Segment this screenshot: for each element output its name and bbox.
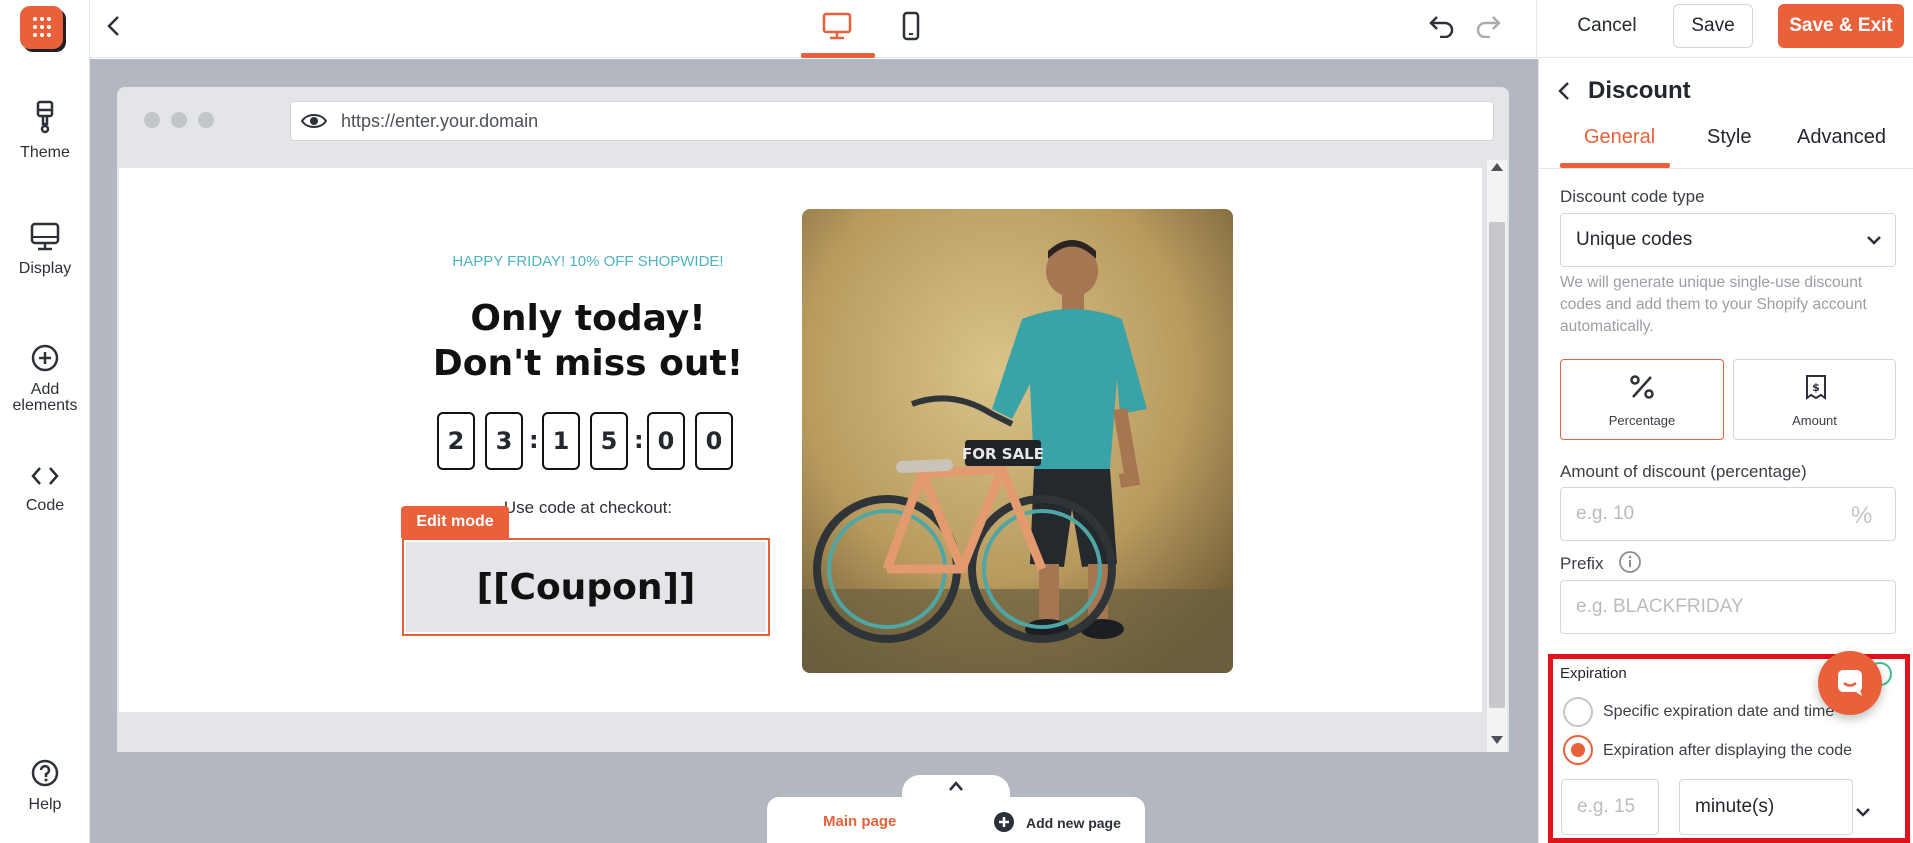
countdown-digit: 3	[485, 412, 523, 470]
unit-chevron-down-icon[interactable]	[1855, 806, 1871, 818]
duration-input[interactable]: e.g. 15	[1561, 779, 1659, 835]
countdown-digit: 5	[590, 412, 628, 470]
window-dot	[171, 112, 187, 128]
amount-discount-input[interactable]: e.g. 10 %	[1560, 487, 1896, 541]
url-text: https://enter.your.domain	[341, 110, 539, 131]
save-button[interactable]: Save	[1673, 4, 1753, 48]
duration-unit-select[interactable]: minute(s)	[1679, 779, 1853, 835]
countdown-digit: 1	[542, 412, 580, 470]
chevron-up-icon[interactable]	[948, 780, 964, 792]
countdown-digit: 2	[437, 412, 475, 470]
rail-label-theme: Theme	[20, 144, 70, 161]
for-sale-sign: FOR SALE	[962, 445, 1044, 463]
popup-image: FOR SALE	[802, 209, 1233, 673]
cancel-button[interactable]: Cancel	[1560, 4, 1654, 48]
edit-mode-badge: Edit mode	[401, 506, 509, 538]
back-arrow-icon[interactable]	[104, 14, 124, 38]
undo-icon[interactable]	[1428, 12, 1456, 38]
chevron-down-icon	[1867, 236, 1881, 245]
code-type-help: We will generate unique single-use disco…	[1560, 274, 1867, 335]
rail-label-code: Code	[25, 497, 65, 514]
rail-label-add-elements: Add elements	[12, 381, 78, 414]
expiration-option-specific-radio[interactable]	[1563, 697, 1593, 727]
popup-headline-1: Only today!	[470, 298, 706, 339]
code-type-value: Unique codes	[1576, 229, 1693, 250]
countdown-separator: :	[529, 426, 539, 454]
save-exit-button[interactable]: Save & Exit	[1778, 4, 1904, 48]
amount-discount-label: Amount of discount (percentage)	[1560, 462, 1807, 481]
rail-label-help: Help	[28, 796, 62, 813]
chat-launcher[interactable]	[1818, 651, 1882, 715]
amount-discount-placeholder: e.g. 10	[1576, 503, 1635, 524]
rail-item-theme[interactable]: Theme	[0, 100, 90, 161]
mobile-view-icon[interactable]	[901, 11, 921, 41]
countdown-digit: 0	[695, 412, 733, 470]
popup-headline-2: Don't miss out!	[432, 343, 744, 384]
amount-option[interactable]: $ Amount	[1733, 359, 1896, 440]
prefix-input[interactable]: e.g. BLACKFRIDAY	[1560, 580, 1896, 634]
left-rail: Theme Display Add elements Code Help	[0, 0, 90, 843]
coupon-box[interactable]: [[Coupon]]	[406, 542, 766, 632]
percent-suffix: %	[1851, 502, 1873, 529]
popup-eyebrow: HAPPY FRIDAY! 10% OFF SHOPWIDE!	[452, 253, 724, 270]
scroll-down-icon[interactable]	[1490, 735, 1504, 745]
expiration-label: Expiration	[1560, 665, 1627, 682]
duration-placeholder: e.g. 15	[1577, 796, 1636, 817]
chat-icon	[1838, 670, 1862, 696]
add-new-page-link[interactable]: Add new page	[1026, 815, 1121, 831]
tab-style[interactable]: Style	[1707, 126, 1751, 149]
panel-back-icon[interactable]	[1555, 80, 1573, 102]
paintbrush-icon	[36, 100, 54, 134]
add-page-icon[interactable]	[993, 811, 1015, 833]
svg-text:$: $	[1812, 381, 1820, 394]
prefix-label: Prefix	[1560, 554, 1604, 573]
expiration-option-after-display-label[interactable]: Expiration after displaying the code	[1603, 742, 1852, 760]
main-page-tab[interactable]: Main page	[823, 813, 896, 830]
scrollbar-thumb[interactable]	[1489, 222, 1505, 708]
code-type-label: Discount code type	[1560, 187, 1705, 206]
desktop-view-icon[interactable]	[822, 12, 852, 40]
topbar-divider	[1536, 0, 1537, 58]
plus-circle-icon	[31, 344, 59, 372]
expiration-option-specific-label[interactable]: Specific expiration date and time	[1603, 703, 1834, 721]
duration-unit-value: minute(s)	[1695, 796, 1775, 817]
amount-label: Amount	[1792, 413, 1837, 428]
eye-icon[interactable]	[301, 112, 327, 130]
rail-item-add-elements[interactable]: Add elements	[0, 343, 90, 414]
window-dot	[198, 112, 214, 128]
window-dot	[144, 112, 160, 128]
percent-icon	[1630, 375, 1654, 399]
help-icon	[31, 759, 59, 787]
panel-title: Discount	[1588, 77, 1691, 104]
popup-page	[119, 168, 1482, 712]
prefix-placeholder: e.g. BLACKFRIDAY	[1576, 596, 1744, 617]
tab-general[interactable]: General	[1584, 126, 1655, 149]
scroll-up-icon[interactable]	[1490, 162, 1504, 172]
rail-item-display[interactable]: Display	[0, 222, 90, 277]
tab-divider	[1539, 168, 1913, 169]
rail-item-help[interactable]: Help	[0, 758, 90, 813]
percentage-option[interactable]: Percentage	[1560, 359, 1724, 440]
desktop-view-indicator	[801, 53, 875, 58]
percentage-label: Percentage	[1608, 413, 1676, 428]
page-footer-strip	[119, 712, 1482, 752]
countdown-digit: 0	[647, 412, 685, 470]
rail-label-display: Display	[18, 260, 72, 277]
app-logo[interactable]	[20, 6, 63, 49]
countdown-separator: :	[634, 426, 644, 454]
receipt-dollar-icon: $	[1806, 375, 1826, 400]
monitor-icon	[30, 222, 60, 251]
tab-advanced[interactable]: Advanced	[1797, 126, 1886, 149]
code-type-select[interactable]: Unique codes	[1560, 213, 1896, 267]
url-bar[interactable]: https://enter.your.domain	[290, 101, 1494, 141]
expiration-option-after-display-radio[interactable]	[1563, 735, 1593, 765]
info-icon[interactable]	[1618, 550, 1642, 574]
code-icon	[31, 467, 59, 485]
rail-item-code[interactable]: Code	[0, 463, 90, 514]
redo-icon[interactable]	[1474, 12, 1502, 38]
